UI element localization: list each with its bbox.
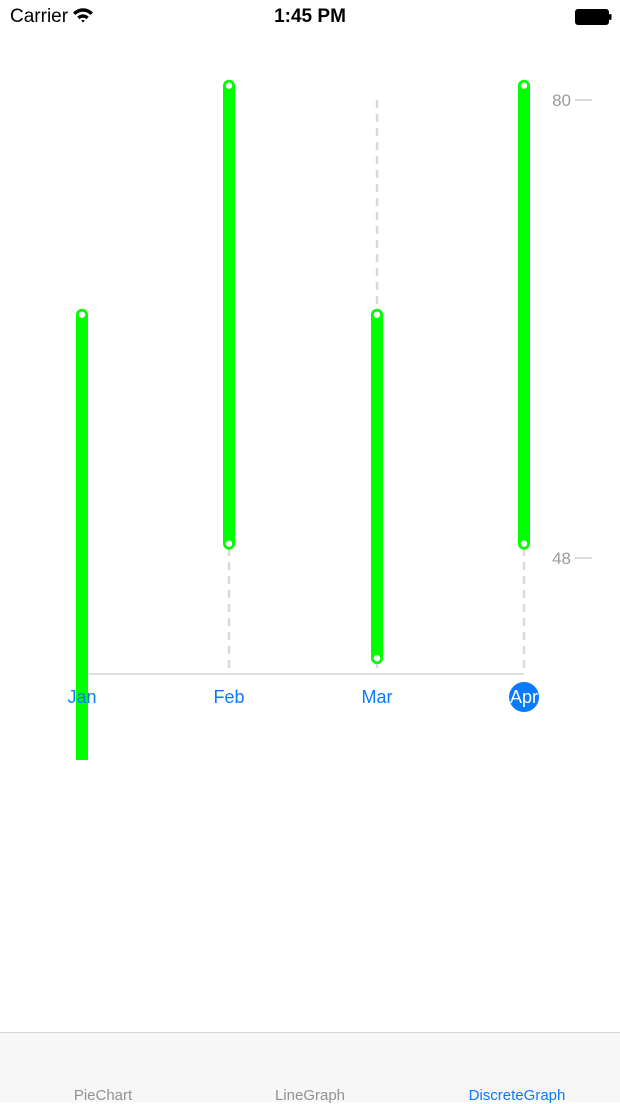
tab-linegraph[interactable]: LineGraph [207, 1033, 413, 1104]
range-bar-top-point [78, 311, 86, 318]
tab-discretegraph-label: DiscreteGraph [468, 1087, 566, 1104]
y-tick-label: 80 [552, 91, 571, 110]
range-bar-bottom-point [373, 654, 381, 662]
range-bar-top-point [373, 311, 381, 318]
tab-discretegraph[interactable]: DiscreteGraph [414, 1033, 620, 1104]
tab-linegraph-label: LineGraph [274, 1087, 346, 1104]
tab-bar: PieChart LineGraph DiscreteGraph [0, 1032, 620, 1104]
discrete-graph: 48 80 Jan Feb Mar Apr [67, 79, 592, 760]
tab-piechart[interactable]: PieChart [0, 1033, 206, 1104]
range-bar-bottom-point [520, 540, 528, 547]
range-bar-top-point [225, 82, 233, 89]
x-label-mar[interactable]: Mar [362, 687, 393, 707]
x-label-apr[interactable]: Apr [510, 687, 538, 707]
range-bar-top-point [520, 82, 528, 89]
x-label-jan[interactable]: Jan [67, 687, 96, 707]
x-label-feb[interactable]: Feb [213, 687, 244, 707]
range-bar-bottom-point [225, 540, 233, 547]
y-tick-label: 48 [552, 549, 571, 568]
tab-piechart-label: PieChart [73, 1087, 133, 1104]
